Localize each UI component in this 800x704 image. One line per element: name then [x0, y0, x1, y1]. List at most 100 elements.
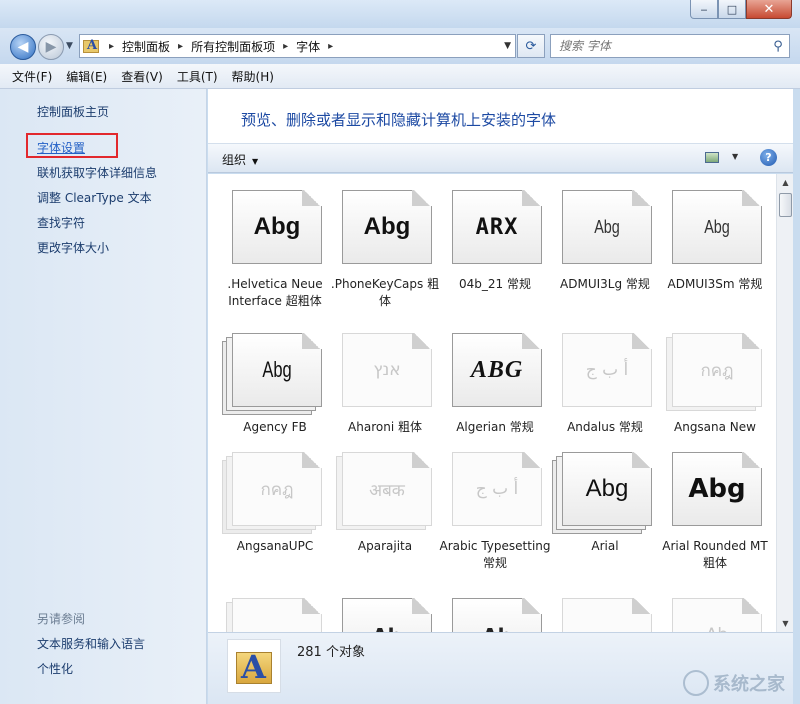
- font-name: Aparajita: [328, 538, 442, 555]
- details-pane: A 281 个对象 系统之家: [208, 632, 793, 704]
- font-tile[interactable]: ABG Algerian 常规: [438, 317, 542, 449]
- arrow-left-icon: ◀: [18, 39, 29, 55]
- control-panel-home-link[interactable]: 控制面板主页: [37, 103, 109, 120]
- font-name: Arial Rounded MT 粗体: [658, 538, 772, 572]
- navigation-bar: ◀ ▶ ▼ A ▸ 控制面板 ▸ 所有控制面板项 ▸ 字体 ▸ ▼ ⟳ ⚲: [0, 28, 800, 64]
- breadcrumb-separator-icon[interactable]: ▸: [109, 41, 114, 52]
- font-family-icon: Abg: [558, 448, 652, 526]
- font-family-tile[interactable]: กคฎ AngsanaUPC: [218, 436, 322, 568]
- adjust-cleartype-link[interactable]: 调整 ClearType 文本: [37, 189, 152, 206]
- font-file-icon: Ab: [668, 594, 762, 632]
- breadcrumb-fonts[interactable]: 字体: [296, 38, 320, 55]
- close-button[interactable]: ✕: [746, 0, 792, 19]
- forward-button[interactable]: ▶: [38, 34, 64, 60]
- scrollbar-thumb[interactable]: [779, 193, 792, 217]
- maximize-button[interactable]: □: [718, 0, 746, 19]
- font-name: ADMUI3Sm 常规: [658, 276, 772, 293]
- get-font-info-online-link[interactable]: 联机获取字体详细信息: [37, 164, 157, 181]
- watermark-logo-icon: [683, 670, 709, 696]
- back-button[interactable]: ◀: [10, 34, 36, 60]
- font-file-icon: Abg: [338, 186, 432, 264]
- font-file-icon: Abg: [668, 186, 762, 264]
- font-tile[interactable]: Abg ADMUI3Sm 常规: [658, 174, 762, 306]
- font-name: Angsana New: [658, 419, 772, 436]
- organize-button[interactable]: 组织▼: [222, 151, 258, 168]
- search-box[interactable]: ⚲: [550, 34, 790, 58]
- refresh-button[interactable]: ⟳: [517, 34, 545, 58]
- font-tile[interactable]: أ ب ج Andalus 常规: [548, 317, 652, 449]
- fonts-folder-icon: A: [227, 639, 281, 693]
- font-name: Aharoni 粗体: [328, 419, 442, 436]
- font-tile[interactable]: Abg Arial Rounded MT 粗体: [658, 436, 762, 568]
- breadcrumb-control-panel[interactable]: 控制面板: [122, 38, 170, 55]
- font-family-icon: Abg: [228, 329, 322, 407]
- see-also-heading: 另请参阅: [37, 610, 85, 627]
- font-name: Arabic Typesetting 常规: [438, 538, 552, 572]
- scroll-down-icon[interactable]: ▼: [777, 615, 794, 632]
- font-file-icon: אנץ: [338, 329, 432, 407]
- watermark: 系统之家: [683, 670, 785, 696]
- menu-tools[interactable]: 工具(T): [177, 68, 218, 85]
- scroll-up-icon[interactable]: ▲: [777, 174, 794, 191]
- font-name: Andalus 常规: [548, 419, 662, 436]
- font-name: 04b_21 常规: [438, 276, 552, 293]
- font-family-icon: अबक: [338, 448, 432, 526]
- view-options-dropdown-icon[interactable]: ▼: [732, 152, 738, 161]
- font-tile[interactable]: ARX 04b_21 常规: [438, 174, 542, 306]
- font-tile[interactable]: أ ب ج Arabic Typesetting 常规: [438, 436, 542, 568]
- font-settings-link[interactable]: 字体设置: [37, 139, 85, 156]
- font-family-tile[interactable]: กคฎ Angsana New: [658, 317, 762, 449]
- item-count: 281 个对象: [297, 641, 365, 660]
- menu-view[interactable]: 查看(V): [121, 68, 163, 85]
- menu-file[interactable]: 文件(F): [12, 68, 52, 85]
- font-file-icon: [228, 594, 322, 632]
- font-file-icon: Abg: [558, 186, 652, 264]
- minimize-button[interactable]: ‒: [690, 0, 718, 19]
- font-file-icon: Abg: [668, 448, 762, 526]
- font-tile[interactable]: Ab: [438, 582, 542, 632]
- menu-edit[interactable]: 编辑(E): [66, 68, 107, 85]
- font-family-icon: กคฎ: [668, 329, 762, 407]
- font-name: Algerian 常规: [438, 419, 552, 436]
- font-file-icon: Abg: [228, 186, 322, 264]
- page-title: 预览、删除或者显示和隐藏计算机上安装的字体: [241, 109, 556, 130]
- text-services-link[interactable]: 文本服务和输入语言: [37, 635, 145, 652]
- arrow-right-icon: ▶: [46, 39, 57, 55]
- font-tile[interactable]: [548, 582, 652, 632]
- menu-help[interactable]: 帮助(H): [232, 68, 274, 85]
- font-family-tile[interactable]: अबक Aparajita: [328, 436, 432, 568]
- font-family-tile[interactable]: Abg Arial: [548, 436, 652, 568]
- font-name: ADMUI3Lg 常规: [548, 276, 662, 293]
- breadcrumb-all-items[interactable]: 所有控制面板项: [191, 38, 275, 55]
- address-dropdown-icon[interactable]: ▼: [504, 41, 511, 51]
- chevron-down-icon: ▼: [252, 157, 258, 166]
- personalization-link[interactable]: 个性化: [37, 660, 73, 677]
- font-file-icon: أ ب ج: [448, 448, 542, 526]
- font-tile[interactable]: Abg ADMUI3Lg 常规: [548, 174, 652, 306]
- vertical-scrollbar[interactable]: ▲ ▼: [776, 174, 793, 632]
- font-family-tile[interactable]: Abg Agency FB: [218, 317, 322, 449]
- font-tile[interactable]: [218, 582, 322, 632]
- font-family-icon: กคฎ: [228, 448, 322, 526]
- font-tile[interactable]: Ab: [658, 582, 762, 632]
- find-character-link[interactable]: 查找字符: [37, 214, 85, 231]
- address-bar[interactable]: A ▸ 控制面板 ▸ 所有控制面板项 ▸ 字体 ▸ ▼: [79, 34, 516, 58]
- font-tile[interactable]: Abg .Helvetica Neue Interface 超粗体: [218, 174, 322, 306]
- font-tile[interactable]: Ab: [328, 582, 432, 632]
- search-icon[interactable]: ⚲: [767, 39, 789, 54]
- window-frame: [793, 89, 800, 704]
- help-icon[interactable]: ?: [760, 149, 777, 166]
- font-tile[interactable]: Abg .PhoneKeyCaps 粗体: [328, 174, 432, 306]
- change-view-icon[interactable]: [705, 152, 719, 163]
- search-input[interactable]: [551, 39, 767, 53]
- font-name: .PhoneKeyCaps 粗体: [328, 276, 442, 310]
- content-header: 预览、删除或者显示和隐藏计算机上安装的字体: [208, 89, 800, 143]
- breadcrumb-separator-icon[interactable]: ▸: [283, 41, 288, 52]
- change-font-size-link[interactable]: 更改字体大小: [37, 239, 109, 256]
- font-file-icon: ABG: [448, 329, 542, 407]
- font-tile[interactable]: אנץ Aharoni 粗体: [328, 317, 432, 449]
- breadcrumb-separator-icon[interactable]: ▸: [328, 41, 333, 52]
- recent-pages-dropdown[interactable]: ▼: [66, 41, 73, 51]
- font-name: Arial: [548, 538, 662, 555]
- breadcrumb-separator-icon[interactable]: ▸: [178, 41, 183, 52]
